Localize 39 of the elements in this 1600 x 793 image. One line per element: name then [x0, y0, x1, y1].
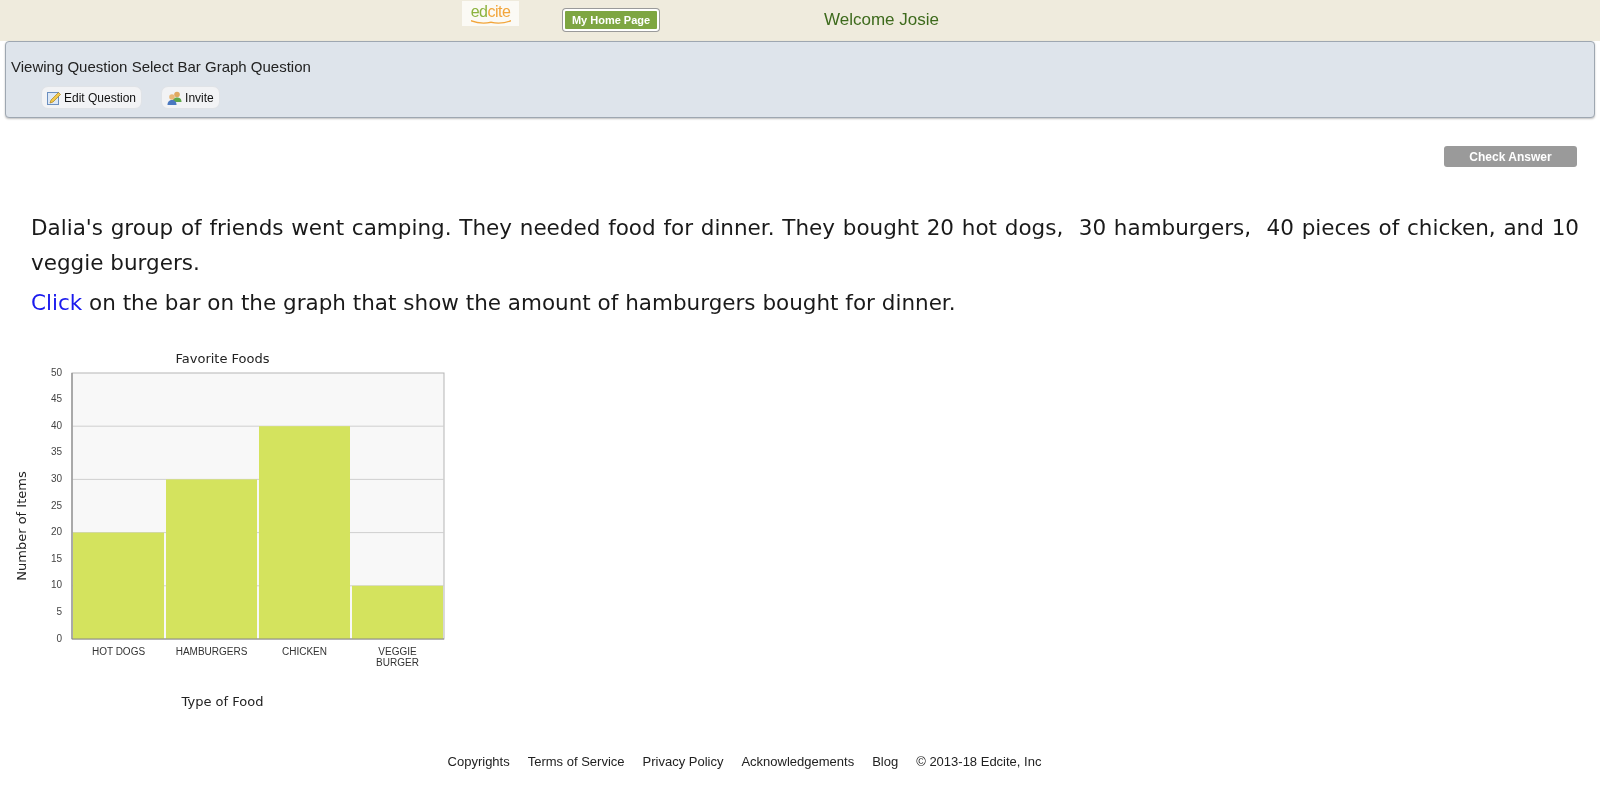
- copyright-text: © 2013-18 Edcite, Inc: [916, 753, 1042, 771]
- category-label: HOT DOGS: [90, 646, 147, 659]
- category-label: VEGGIE BURGER: [375, 646, 420, 668]
- chart-title: Favorite Foods: [175, 351, 270, 367]
- y-tick-label: 30: [50, 473, 62, 485]
- category-label: HAMBURGERS: [174, 646, 249, 659]
- footer-link[interactable]: Acknowledgements: [741, 753, 855, 771]
- y-tick-label: 20: [50, 526, 62, 538]
- invite-button[interactable]: Invite: [161, 86, 220, 109]
- swoosh-icon: [469, 19, 512, 24]
- y-axis-label: Number of Items: [14, 471, 29, 581]
- panel-title: Viewing Question Select Bar Graph Question: [11, 57, 311, 77]
- footer-link[interactable]: Terms of Service: [527, 753, 625, 771]
- y-tick-label: 15: [50, 552, 62, 564]
- pencil-paper-icon: [47, 90, 61, 105]
- footer-link[interactable]: Copyrights: [447, 753, 510, 771]
- y-tick-label: 10: [50, 579, 62, 591]
- x-axis-label: Type of Food: [181, 694, 264, 710]
- click-link[interactable]: Click: [31, 290, 83, 315]
- y-tick-label: 45: [50, 393, 62, 405]
- category-label: CHICKEN: [281, 646, 328, 659]
- y-tick-label: 5: [56, 606, 62, 618]
- chart-bar[interactable]: [352, 585, 443, 639]
- y-tick-label: 50: [50, 367, 62, 378]
- instruction-text: Click on the bar on the graph that show the amount of hamburgers bought for dinner.: [31, 289, 957, 317]
- chart-bar[interactable]: [166, 479, 257, 639]
- edit-button[interactable]: Edit Question: [41, 86, 143, 109]
- y-tick-label: 40: [50, 419, 62, 431]
- question-paragraph: Dalia's group of friends went camping. They needed food for dinner. They bought 20 hot dogs, 30 hamburgers, 40 pieces of chicken, and 10 veggie burgers.: [31, 214, 1579, 277]
- people-icon: [167, 90, 183, 105]
- y-tick-label: 25: [50, 499, 62, 511]
- y-tick-label: 35: [50, 446, 62, 458]
- chart-bar[interactable]: [259, 426, 350, 639]
- y-tick-label: 0: [56, 632, 62, 643]
- welcome-text: Welcome Josie: [824, 10, 939, 30]
- footer-link[interactable]: Blog: [872, 753, 899, 771]
- footer-link[interactable]: Privacy Policy: [642, 753, 724, 771]
- chart-bar[interactable]: [73, 532, 164, 639]
- logo-text: edcite: [470, 4, 511, 19]
